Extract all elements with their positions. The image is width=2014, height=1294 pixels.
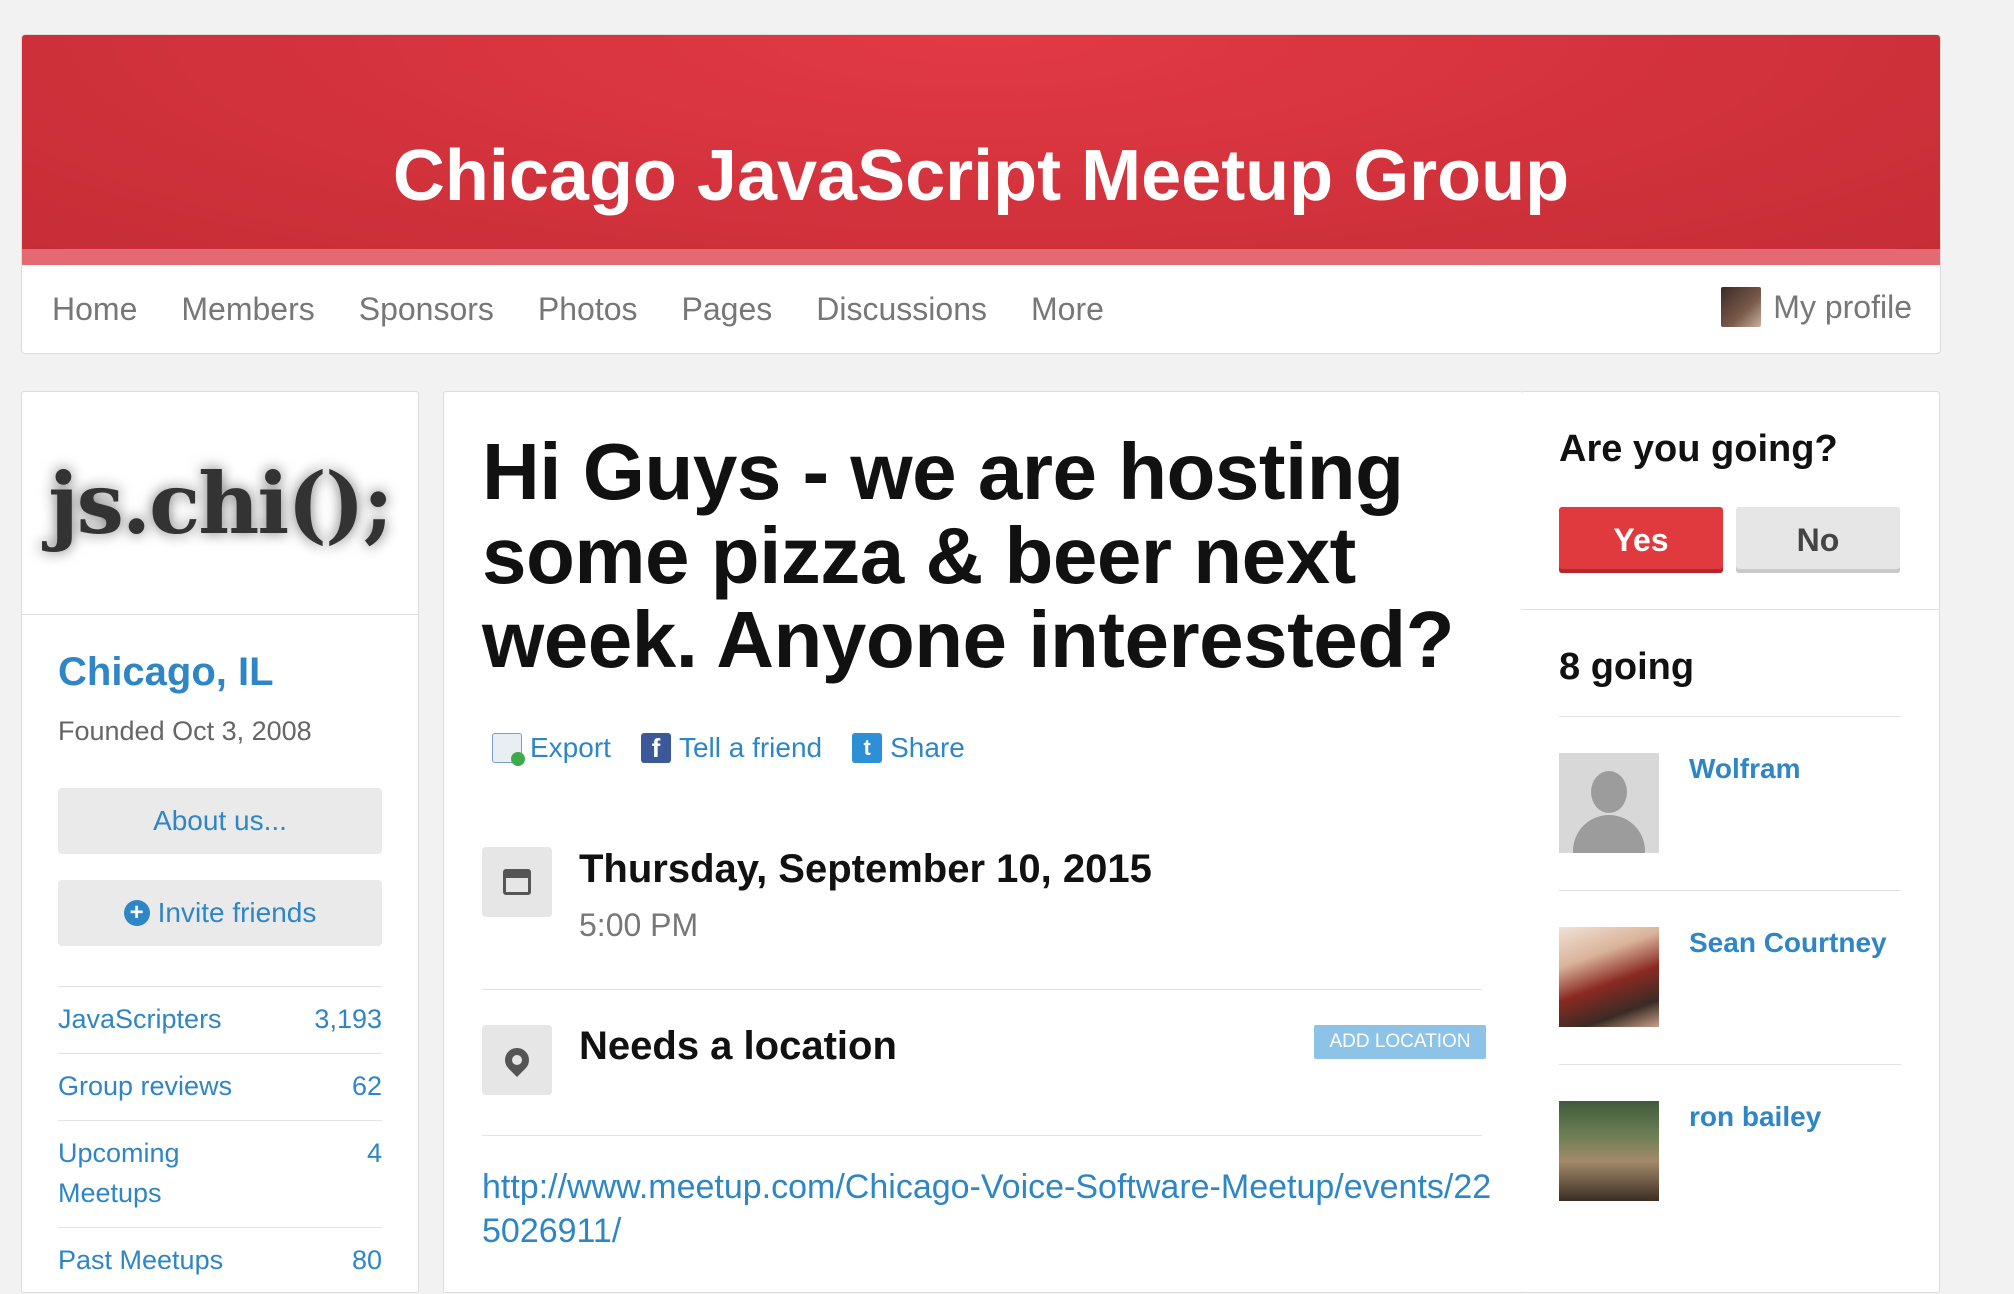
nav-home[interactable]: Home [52,291,137,328]
attendee-name[interactable]: ron bailey [1689,1101,1821,1133]
group-header: Chicago JavaScript Meetup Group Home Mem… [21,34,1941,354]
nav-photos[interactable]: Photos [538,291,638,328]
invite-friends-label: Invite friends [157,897,317,928]
attendee-photo[interactable] [1559,927,1659,1027]
calendar-export-icon [492,733,525,766]
avatar-body [1573,815,1645,853]
group-nav: Home Members Sponsors Photos Pages Discu… [22,265,1940,353]
attendee-photo[interactable] [1559,1101,1659,1201]
group-logo-text: js.chi(); [48,453,394,553]
nav-discussions[interactable]: Discussions [816,291,987,328]
stat-value: 80 [351,1245,382,1275]
event-date: Thursday, September 10, 2015 [579,847,1152,891]
stat-label: JavaScripters [58,1004,222,1034]
calendar-icon [482,847,552,917]
tell-a-friend-label: Tell a friend [678,732,823,763]
event-details: Hi Guys - we are hosting some pizza & be… [443,391,1523,1293]
group-sidebar: js.chi(); Chicago, IL Founded Oct 3, 200… [21,391,419,1293]
group-stats: JavaScripters 3,193 Group reviews 62 Upc… [58,986,382,1294]
banner-strip [22,249,1940,265]
share-label: Share [890,732,965,763]
group-logo[interactable]: js.chi(); [22,392,418,615]
export-link[interactable]: Export [492,732,611,766]
attendee-item[interactable]: Wolfram [1559,716,1901,891]
rsvp-question: Are you going? [1559,428,1838,470]
avatar-head [1591,771,1627,813]
divider [1521,609,1939,610]
attendee-name[interactable]: Wolfram [1689,753,1801,785]
add-location-button[interactable]: ADD LOCATION [1314,1025,1486,1059]
stat-row[interactable]: Past Meetups 80 [58,1227,382,1294]
twitter-icon: t [852,733,883,763]
my-profile-label: My profile [1773,288,1912,325]
pin-glyph [500,1043,534,1077]
stat-row[interactable]: Group reviews 62 [58,1053,382,1120]
nav-pages[interactable]: Pages [682,291,773,328]
group-banner: Chicago JavaScript Meetup Group [22,35,1940,265]
group-city[interactable]: Chicago, IL [58,650,274,695]
event-time: 5:00 PM [579,907,699,943]
going-count: 8 going [1559,646,1695,688]
stat-value: 4 [366,1138,382,1168]
event-actions: Export f Tell a friend t Share [492,732,965,766]
founded-date: Founded Oct 3, 2008 [58,716,312,746]
divider [482,1135,1482,1136]
plus-circle-icon: + [123,900,150,926]
event-location: Needs a location [579,1024,897,1068]
stat-row[interactable]: Upcoming Meetups 4 [58,1120,382,1227]
calendar-glyph [503,869,531,895]
nav-members[interactable]: Members [181,291,314,328]
tell-a-friend-link[interactable]: f Tell a friend [640,732,823,764]
share-link[interactable]: t Share [852,732,965,764]
divider [482,989,1482,990]
stat-label: Upcoming Meetups [58,1138,180,1208]
invite-friends-button[interactable]: + Invite friends [58,880,382,946]
nav-more[interactable]: More [1031,291,1104,328]
about-us-label: About us... [153,805,287,836]
export-label: Export [530,732,611,763]
facebook-icon: f [640,733,671,763]
stat-value: 62 [351,1071,382,1101]
about-us-button[interactable]: About us... [58,788,382,854]
rsvp-no-button[interactable]: No [1736,507,1900,573]
event-title: Hi Guys - we are hosting some pizza & be… [482,427,1454,684]
stat-value: 3,193 [314,1004,382,1034]
stat-row[interactable]: JavaScripters 3,193 [58,986,382,1053]
attendee-item[interactable]: Sean Courtney [1559,890,1901,1065]
avatar [1721,287,1762,327]
nav-sponsors[interactable]: Sponsors [359,291,494,328]
default-avatar-icon[interactable] [1559,753,1659,853]
event-url-link[interactable]: http://www.meetup.com/Chicago-Voice-Soft… [482,1165,1492,1253]
attendee-name[interactable]: Sean Courtney [1689,927,1887,959]
stat-label: Group reviews [58,1071,233,1101]
rsvp-panel: Are you going? Yes No 8 going Wolfram Se… [1521,391,1940,1293]
group-title[interactable]: Chicago JavaScript Meetup Group [22,135,1940,217]
attendee-item[interactable]: ron bailey [1559,1064,1901,1239]
stat-label: Past Meetups [58,1245,224,1275]
rsvp-yes-button[interactable]: Yes [1559,507,1723,573]
location-pin-icon [482,1025,552,1095]
my-profile-link[interactable]: My profile [1721,287,1912,327]
